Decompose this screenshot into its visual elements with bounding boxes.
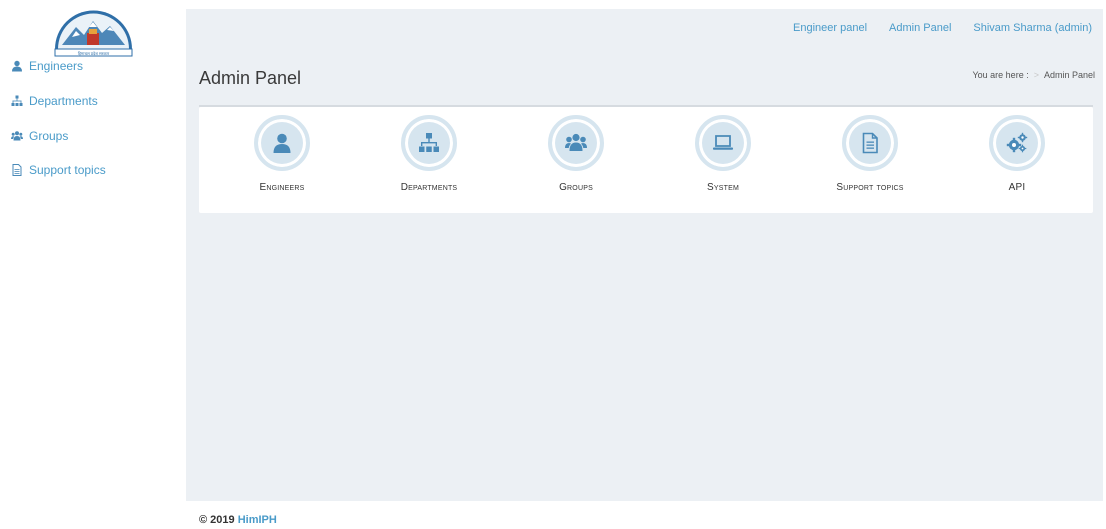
tile-label: Engineers: [259, 182, 305, 193]
document-icon: [862, 132, 878, 154]
tile-icon-ring: [695, 115, 751, 171]
tile-label: API: [1008, 182, 1026, 193]
breadcrumb: You are here : > Admin Panel: [972, 70, 1095, 80]
tile-icon-ring: [548, 115, 604, 171]
admin-tiles-card: Engineers Departments Groups System Supp: [199, 107, 1093, 213]
tile-label: Support topics: [836, 182, 904, 193]
tile-groups[interactable]: Groups: [506, 115, 646, 193]
group-icon: [565, 133, 587, 151]
tile-icon-ring: [254, 115, 310, 171]
tile-api[interactable]: API: [947, 115, 1087, 193]
cogs-icon: [1006, 132, 1028, 153]
page-title: Admin Panel: [199, 68, 302, 88]
breadcrumb-prefix: You are here :: [972, 70, 1029, 80]
laptop-icon: [713, 135, 733, 150]
tile-label: Groups: [559, 182, 593, 193]
footer: © 2019 HimIPH: [199, 514, 277, 526]
svg-text:हिमाचल प्रदेश सरकार: हिमाचल प्रदेश सरकार: [78, 51, 110, 56]
tile-icon-ring: [989, 115, 1045, 171]
user-menu-link[interactable]: Shivam Sharma (admin): [973, 22, 1092, 34]
group-icon: [11, 131, 23, 141]
tile-departments[interactable]: Departments: [359, 115, 499, 193]
sidebar-item-label: Support topics: [29, 163, 106, 177]
sidebar-item-label: Groups: [29, 129, 69, 143]
admin-panel-link[interactable]: Admin Panel: [889, 22, 951, 34]
tile-system[interactable]: System: [653, 115, 793, 193]
user-icon: [12, 60, 22, 72]
sidebar-item-departments[interactable]: Departments: [11, 94, 98, 108]
sidebar-item-label: Departments: [29, 94, 98, 108]
breadcrumb-separator-icon: >: [1033, 70, 1039, 80]
sidebar-item-groups[interactable]: Groups: [11, 129, 68, 143]
user-icon: [273, 133, 291, 153]
tile-label: Departments: [400, 182, 458, 193]
himachal-logo[interactable]: हिमाचल प्रदेश सरकार: [52, 5, 135, 61]
tile-label: System: [707, 182, 739, 193]
document-icon: [12, 164, 22, 176]
sidebar-item-label: Engineers: [29, 59, 84, 73]
tile-support-topics[interactable]: Support topics: [800, 115, 940, 193]
tile-icon-ring: [842, 115, 898, 171]
sidebar: हिमाचल प्रदेश सरकार Engineers Department…: [0, 0, 186, 529]
sidebar-item-engineers[interactable]: Engineers: [11, 59, 83, 73]
tile-engineers[interactable]: Engineers: [212, 115, 352, 193]
top-navigation: Engineer panel Admin Panel Shivam Sharma…: [793, 22, 1092, 34]
sitemap-icon: [11, 95, 23, 106]
engineer-panel-link[interactable]: Engineer panel: [793, 22, 867, 34]
footer-brand-link[interactable]: HimIPH: [238, 514, 277, 526]
tile-icon-ring: [401, 115, 457, 171]
footer-copyright: © 2019: [199, 514, 235, 526]
sitemap-icon: [419, 133, 439, 152]
breadcrumb-current[interactable]: Admin Panel: [1044, 70, 1095, 80]
main-panel: Engineer panel Admin Panel Shivam Sharma…: [186, 9, 1103, 501]
sidebar-item-support-topics[interactable]: Support topics: [11, 163, 106, 177]
